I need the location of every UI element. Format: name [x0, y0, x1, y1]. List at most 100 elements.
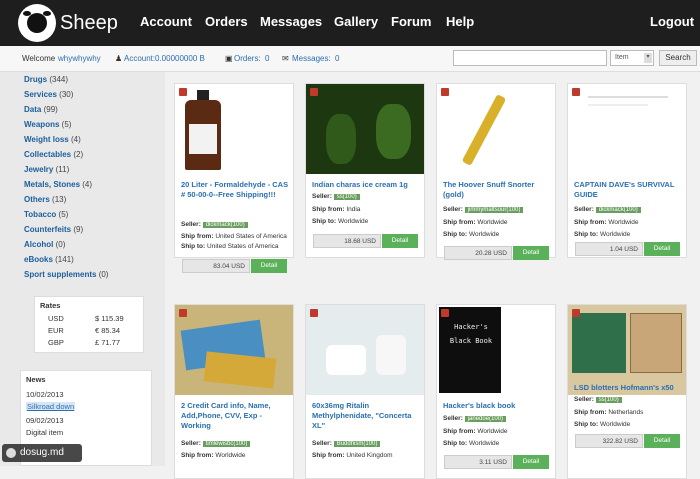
ship-to-value: Worldwide [469, 440, 500, 447]
ship-from-row: Ship from: Worldwide [574, 219, 639, 226]
product-image[interactable] [306, 84, 424, 174]
seller-row: Seller: jimmymaltsour(100) [443, 206, 524, 213]
category-count: (141) [55, 255, 74, 264]
category-collectables[interactable]: Collectables (2) [24, 150, 83, 159]
category-metals-stones[interactable]: Metals, Stones (4) [24, 180, 92, 189]
nav-messages[interactable]: Messages [260, 14, 322, 29]
seller-badge[interactable]: ss(100) [333, 194, 360, 200]
detail-button[interactable]: Detail [513, 455, 549, 469]
category-alcohol[interactable]: Alcohol (0) [24, 240, 65, 249]
search-button[interactable]: Search [659, 50, 697, 66]
news-link[interactable]: Silkroad down [26, 402, 76, 411]
category-sport-supplements[interactable]: Sport supplements (0) [24, 270, 108, 279]
ship-to-row: Ship to: Worldwide [312, 218, 368, 225]
nav-help[interactable]: Help [446, 14, 474, 29]
nav-forum[interactable]: Forum [391, 14, 431, 29]
product-title[interactable]: 20 Liter - Formaldehyde - CAS # 50-00-0-… [181, 180, 293, 200]
product-image[interactable] [568, 305, 686, 395]
product-image[interactable] [175, 305, 293, 395]
nav-gallery[interactable]: Gallery [334, 14, 378, 29]
seller-badge[interactable]: dickmack(100) [595, 207, 641, 213]
product-title[interactable]: CAPTAIN DAVE's SURVIVAL GUIDE [574, 180, 686, 200]
detail-button[interactable]: Detail [513, 246, 549, 260]
seller-badge[interactable]: Buddhism(100) [333, 441, 381, 447]
seller-badge[interactable]: dickmack(100) [202, 222, 248, 228]
nav-logout[interactable]: Logout [650, 14, 694, 29]
product-card[interactable]: Hacker's Black Book Hacker's black book … [436, 304, 556, 479]
product-title[interactable]: The Hoover Snuff Snorter (gold) [443, 180, 555, 200]
search-type-select[interactable]: Item ▾ [610, 50, 654, 66]
category-data[interactable]: Data (99) [24, 105, 58, 114]
search-input[interactable] [453, 50, 607, 66]
product-title[interactable]: 60x36mg Ritalin Methylphenidate, "Concer… [312, 401, 424, 431]
seller-badge[interactable]: jimmymaltsour(100) [464, 207, 524, 213]
bookmark-icon[interactable] [179, 309, 187, 317]
category-ebooks[interactable]: eBooks (141) [24, 255, 74, 264]
messages-count[interactable]: 0 [335, 54, 339, 63]
nav-account[interactable]: Account [140, 14, 192, 29]
category-services[interactable]: Services (30) [24, 90, 73, 99]
ship-to-row: Ship to: Worldwide [574, 231, 630, 238]
sheep-logo[interactable] [18, 4, 56, 42]
ship-from-value: United States of America [215, 233, 287, 240]
seller-badge[interactable]: timlewisbc(100) [202, 441, 251, 447]
bookmark-icon[interactable] [572, 88, 580, 96]
news-link[interactable]: Digital item [26, 428, 63, 437]
product-card[interactable]: 2 Credit Card info, Name, Add,Phone, CVV… [174, 304, 294, 479]
category-drugs[interactable]: Drugs (344) [24, 75, 68, 84]
bookmark-icon[interactable] [179, 88, 187, 96]
bookmark-icon[interactable] [572, 309, 580, 317]
username-link[interactable]: whywhywhy [58, 54, 101, 63]
pill-bottle-shape [376, 335, 406, 375]
ship-from-value: Worldwide [477, 428, 508, 435]
category-tobacco[interactable]: Tobacco (5) [24, 210, 68, 219]
detail-button[interactable]: Detail [644, 434, 680, 448]
bookmark-icon[interactable] [310, 88, 318, 96]
category-weapons[interactable]: Weapons (5) [24, 120, 71, 129]
product-card[interactable]: 20 Liter - Formaldehyde - CAS # 50-00-0-… [174, 83, 294, 258]
product-image[interactable] [306, 305, 424, 395]
product-image[interactable] [437, 84, 527, 174]
ship-from-value: India [346, 206, 361, 213]
nav-orders[interactable]: Orders [205, 14, 248, 29]
product-card[interactable]: The Hoover Snuff Snorter (gold) Seller: … [436, 83, 556, 258]
category-count: (99) [43, 105, 58, 114]
detail-button[interactable]: Detail [382, 234, 418, 248]
category-name: Tobacco [24, 210, 57, 219]
orders-count[interactable]: 0 [265, 54, 269, 63]
product-card[interactable]: CAPTAIN DAVE's SURVIVAL GUIDE Seller: di… [567, 83, 687, 258]
price-field: 1.04 USD [575, 242, 643, 256]
product-title[interactable]: Indian charas ice cream 1g [312, 180, 424, 190]
product-image[interactable] [175, 84, 231, 174]
seller-badge[interactable]: janedoe(100) [464, 416, 507, 422]
product-card[interactable]: LSD blotters Hofmann's x50 Seller: ss(10… [567, 304, 687, 479]
messages-label[interactable]: Messages: [292, 54, 331, 63]
product-card[interactable]: 60x36mg Ritalin Methylphenidate, "Concer… [305, 304, 425, 479]
bookmark-icon[interactable] [441, 309, 449, 317]
product-title[interactable]: LSD blotters Hofmann's x50 [574, 383, 686, 393]
category-name: Weight loss [24, 135, 69, 144]
seller-badge[interactable]: ss(100) [595, 397, 622, 403]
account-label[interactable]: Account: [124, 54, 155, 63]
bookmark-icon[interactable] [441, 88, 449, 96]
product-image[interactable] [568, 84, 686, 174]
orders-label[interactable]: Orders: [234, 54, 261, 63]
category-counterfeits[interactable]: Counterfeits (9) [24, 225, 83, 234]
category-count: (5) [61, 120, 72, 129]
detail-button[interactable]: Detail [251, 259, 287, 273]
seller-label: Seller: [443, 206, 463, 213]
brand-name[interactable]: Sheep [60, 12, 118, 35]
category-others[interactable]: Others (13) [24, 195, 66, 204]
category-jewelry[interactable]: Jewelry (11) [24, 165, 69, 174]
product-title[interactable]: 2 Credit Card info, Name, Add,Phone, CVV… [181, 401, 293, 431]
detail-button[interactable]: Detail [644, 242, 680, 256]
bookmark-icon[interactable] [310, 309, 318, 317]
account-balance[interactable]: 0.00000000 B [155, 54, 205, 63]
category-weight-loss[interactable]: Weight loss (4) [24, 135, 81, 144]
seller-label: Seller: [181, 221, 201, 228]
ship-to-label: Ship to: [443, 440, 468, 447]
product-title[interactable]: Hacker's black book [443, 401, 555, 411]
product-card[interactable]: Indian charas ice cream 1g Seller: ss(10… [305, 83, 425, 258]
product-image[interactable]: Hacker's Black Book [439, 307, 501, 393]
watermark-text: dosug.md [20, 447, 64, 458]
